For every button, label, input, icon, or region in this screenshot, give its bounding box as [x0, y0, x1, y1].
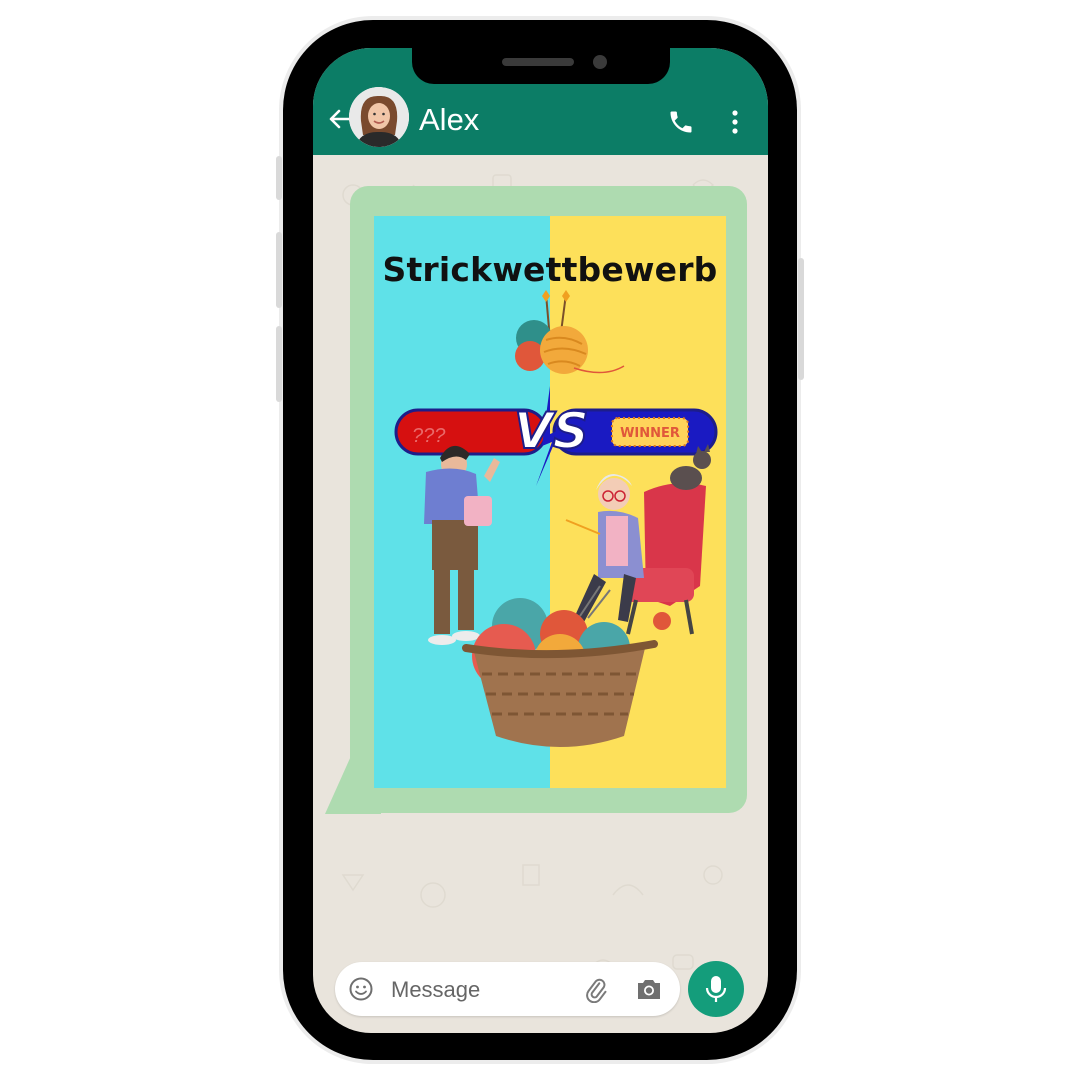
voice-message-button[interactable] [688, 961, 744, 1017]
silent-switch [276, 156, 282, 200]
volume-down-button [276, 326, 282, 402]
svg-text:???: ??? [412, 425, 446, 447]
volume-up-button [276, 232, 282, 308]
message-input[interactable] [389, 972, 573, 1008]
message-composer [335, 962, 680, 1016]
phone-icon[interactable] [667, 108, 695, 136]
svg-text:VS: VS [514, 402, 589, 460]
earpiece-speaker [502, 58, 574, 66]
poster-title: Strickwettbewerb [382, 250, 718, 289]
emoji-icon[interactable] [348, 976, 374, 1002]
young-knitter-illustration [424, 445, 500, 645]
contact-name[interactable]: Alex [419, 102, 479, 138]
contact-avatar[interactable] [349, 87, 409, 147]
camera-icon[interactable] [635, 976, 663, 1002]
svg-text:WINNER: WINNER [620, 426, 680, 441]
avatar-photo [349, 87, 409, 147]
poster-illustration: ??? VS WINNER [394, 290, 718, 747]
phone-screen: Alex ??? VS WINNER Strickwettbewerb Mess… [313, 48, 768, 1033]
poster-image[interactable]: ??? VS WINNER Strickwettbewerb [374, 216, 726, 788]
power-button [798, 258, 804, 380]
microphone-icon [705, 976, 727, 1002]
more-vertical-icon[interactable] [729, 108, 741, 136]
yarn-balls-top [515, 290, 625, 374]
front-camera [593, 55, 607, 69]
paperclip-icon[interactable] [581, 975, 609, 1003]
